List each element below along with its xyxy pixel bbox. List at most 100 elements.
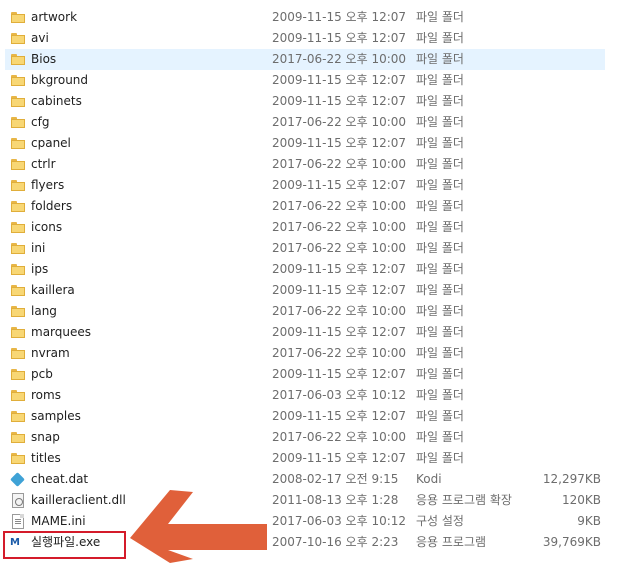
file-name: cheat.dat bbox=[31, 472, 89, 486]
file-row[interactable]: avi 2009-11-15 오후 12:07 파일 폴더 bbox=[0, 28, 620, 49]
file-size: 39,769KB bbox=[542, 535, 601, 549]
file-row[interactable]: MAME.ini 2017-06-03 오후 10:12 구성 설정 9KB bbox=[0, 511, 620, 532]
file-type: 파일 폴더 bbox=[416, 136, 464, 150]
file-row[interactable]: snap 2017-06-22 오후 10:00 파일 폴더 bbox=[0, 427, 620, 448]
file-name: MAME.ini bbox=[31, 514, 86, 528]
file-row[interactable]: kailleraclient.dll 2011-08-13 오후 1:28 응용 프… bbox=[0, 490, 620, 511]
file-type: 파일 폴더 bbox=[416, 409, 464, 423]
file-type: 응용 프로그램 확장 bbox=[416, 493, 512, 507]
file-date: 2009-11-15 오후 12:07 bbox=[272, 94, 407, 108]
file-type: 파일 폴더 bbox=[416, 115, 464, 129]
folder-icon bbox=[10, 73, 26, 88]
file-type: 파일 폴더 bbox=[416, 52, 464, 66]
file-row[interactable]: cheat.dat 2008-02-17 오전 9:15 Kodi 12,297KB bbox=[0, 469, 620, 490]
file-type: 파일 폴더 bbox=[416, 178, 464, 192]
file-size: 120KB bbox=[561, 493, 601, 507]
file-date: 2017-06-22 오후 10:00 bbox=[272, 115, 407, 129]
file-row[interactable]: roms 2017-06-03 오후 10:12 파일 폴더 bbox=[0, 385, 620, 406]
file-row[interactable]: pcb 2009-11-15 오후 12:07 파일 폴더 bbox=[0, 364, 620, 385]
file-date: 2017-06-03 오후 10:12 bbox=[272, 388, 407, 402]
file-name: ips bbox=[31, 262, 49, 276]
file-row[interactable]: marquees 2009-11-15 오후 12:07 파일 폴더 bbox=[0, 322, 620, 343]
file-date: 2008-02-17 오전 9:15 bbox=[272, 472, 399, 486]
file-name: bkground bbox=[31, 73, 89, 87]
file-date: 2017-06-22 오후 10:00 bbox=[272, 430, 407, 444]
folder-icon bbox=[10, 157, 26, 172]
file-row[interactable]: Bios 2017-06-22 오후 10:00 파일 폴더 bbox=[0, 49, 620, 70]
folder-icon bbox=[10, 304, 26, 319]
file-row[interactable]: samples 2009-11-15 오후 12:07 파일 폴더 bbox=[0, 406, 620, 427]
file-type: 파일 폴더 bbox=[416, 283, 464, 297]
file-row[interactable]: cpanel 2009-11-15 오후 12:07 파일 폴더 bbox=[0, 133, 620, 154]
file-name: flyers bbox=[31, 178, 65, 192]
file-row[interactable]: cfg 2017-06-22 오후 10:00 파일 폴더 bbox=[0, 112, 620, 133]
file-name: folders bbox=[31, 199, 73, 213]
file-date: 2009-11-15 오후 12:07 bbox=[272, 367, 407, 381]
file-date: 2017-06-03 오후 10:12 bbox=[272, 514, 407, 528]
kodi-icon bbox=[10, 472, 26, 487]
file-row[interactable]: artwork 2009-11-15 오후 12:07 파일 폴더 bbox=[0, 7, 620, 28]
folder-icon bbox=[10, 52, 26, 67]
file-name: ctrlr bbox=[31, 157, 56, 171]
file-row[interactable]: lang 2017-06-22 오후 10:00 파일 폴더 bbox=[0, 301, 620, 322]
file-date: 2017-06-22 오후 10:00 bbox=[272, 241, 407, 255]
file-date: 2017-06-22 오후 10:00 bbox=[272, 346, 407, 360]
file-name: icons bbox=[31, 220, 63, 234]
file-name: snap bbox=[31, 430, 60, 444]
file-row[interactable]: folders 2017-06-22 오후 10:00 파일 폴더 bbox=[0, 196, 620, 217]
folder-icon bbox=[10, 241, 26, 256]
folder-icon bbox=[10, 262, 26, 277]
file-type: 파일 폴더 bbox=[416, 31, 464, 45]
file-name: marquees bbox=[31, 325, 92, 339]
folder-icon bbox=[10, 94, 26, 109]
file-name: ini bbox=[31, 241, 46, 255]
folder-icon bbox=[10, 220, 26, 235]
file-type: 파일 폴더 bbox=[416, 430, 464, 444]
file-type: 파일 폴더 bbox=[416, 346, 464, 360]
folder-icon bbox=[10, 451, 26, 466]
file-date: 2009-11-15 오후 12:07 bbox=[272, 325, 407, 339]
file-row[interactable]: kaillera 2009-11-15 오후 12:07 파일 폴더 bbox=[0, 280, 620, 301]
folder-icon bbox=[10, 136, 26, 151]
file-name: artwork bbox=[31, 10, 78, 24]
file-row[interactable]: cabinets 2009-11-15 오후 12:07 파일 폴더 bbox=[0, 91, 620, 112]
file-name: titles bbox=[31, 451, 61, 465]
file-row[interactable]: bkground 2009-11-15 오후 12:07 파일 폴더 bbox=[0, 70, 620, 91]
folder-icon bbox=[10, 199, 26, 214]
file-row[interactable]: nvram 2017-06-22 오후 10:00 파일 폴더 bbox=[0, 343, 620, 364]
file-row[interactable]: ini 2017-06-22 오후 10:00 파일 폴더 bbox=[0, 238, 620, 259]
file-row[interactable]: flyers 2009-11-15 오후 12:07 파일 폴더 bbox=[0, 175, 620, 196]
folder-icon bbox=[10, 409, 26, 424]
file-name: cpanel bbox=[31, 136, 71, 150]
folder-icon bbox=[10, 325, 26, 340]
file-name: avi bbox=[31, 31, 49, 45]
file-row[interactable]: ips 2009-11-15 오후 12:07 파일 폴더 bbox=[0, 259, 620, 280]
file-type: 파일 폴더 bbox=[416, 94, 464, 108]
file-size: 9KB bbox=[577, 514, 601, 528]
file-row[interactable]: titles 2009-11-15 오후 12:07 파일 폴더 bbox=[0, 448, 620, 469]
file-row[interactable]: ctrlr 2017-06-22 오후 10:00 파일 폴더 bbox=[0, 154, 620, 175]
file-name: roms bbox=[31, 388, 61, 402]
folder-icon bbox=[10, 10, 26, 25]
file-date: 2017-06-22 오후 10:00 bbox=[272, 157, 407, 171]
file-type: 파일 폴더 bbox=[416, 367, 464, 381]
file-list: artwork 2009-11-15 오후 12:07 파일 폴더 avi 2009-1… bbox=[0, 7, 620, 553]
file-row[interactable]: icons 2017-06-22 오후 10:00 파일 폴더 bbox=[0, 217, 620, 238]
file-type: 파일 폴더 bbox=[416, 325, 464, 339]
folder-icon bbox=[10, 346, 26, 361]
file-type: 파일 폴더 bbox=[416, 199, 464, 213]
folder-icon bbox=[10, 31, 26, 46]
file-name: samples bbox=[31, 409, 81, 423]
file-type: 파일 폴더 bbox=[416, 304, 464, 318]
file-date: 2007-10-16 오후 2:23 bbox=[272, 535, 399, 549]
file-name: lang bbox=[31, 304, 57, 318]
folder-icon bbox=[10, 430, 26, 445]
folder-icon bbox=[10, 178, 26, 193]
file-type: 파일 폴더 bbox=[416, 241, 464, 255]
file-date: 2009-11-15 오후 12:07 bbox=[272, 73, 407, 87]
file-name: cfg bbox=[31, 115, 50, 129]
file-type: 파일 폴더 bbox=[416, 220, 464, 234]
file-name: nvram bbox=[31, 346, 70, 360]
file-name: kaillera bbox=[31, 283, 75, 297]
file-size: 12,297KB bbox=[542, 472, 601, 486]
